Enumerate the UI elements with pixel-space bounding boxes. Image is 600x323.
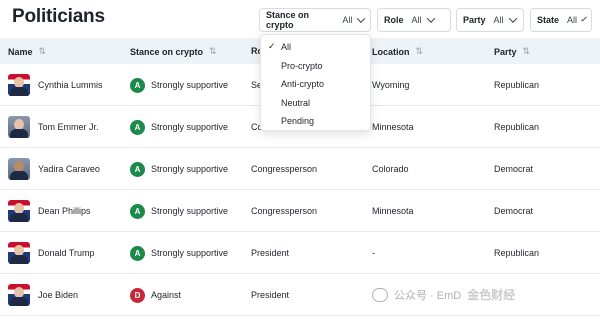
stance-cell: A Strongly supportive [130, 232, 228, 274]
watermark-logo: 金色财经 [467, 288, 516, 302]
state-filter[interactable]: State All [530, 8, 592, 32]
table-row[interactable]: Donald Trump A Strongly supportive Presi… [0, 232, 600, 274]
top-bar: Politicians Stance on crypto All Role Al… [0, 0, 600, 38]
grade-badge: A [130, 245, 145, 261]
sort-icon[interactable]: ⇅ [523, 46, 531, 57]
grade-badge: A [130, 161, 145, 177]
table-row[interactable]: Yadira Caraveo A Strongly supportive Con… [0, 148, 600, 190]
stance-option-anti-crypto[interactable]: Anti-crypto [261, 75, 370, 94]
role-cell: Congressperson [251, 164, 318, 174]
stance-text: Strongly supportive [151, 206, 229, 216]
chevron-down-icon [357, 14, 366, 23]
name-cell: Joe Biden [8, 274, 78, 316]
wechat-icon [372, 287, 388, 302]
party-cell: Republican [494, 122, 540, 132]
party-cell: Democrat [494, 164, 534, 174]
stance-cell: A Strongly supportive [130, 106, 228, 148]
option-label: Neutral [281, 97, 311, 108]
politician-name[interactable]: Cynthia Lummis [38, 80, 103, 90]
stance-text: Against [151, 290, 182, 300]
role-cell: President [251, 290, 290, 300]
avatar [8, 284, 30, 306]
chevron-down-icon [508, 14, 517, 23]
party-cell: Republican [494, 248, 540, 258]
avatar [8, 242, 30, 264]
column-header-label: Location [372, 46, 410, 57]
party-cell: Republican [494, 80, 540, 90]
grade-badge: A [130, 77, 145, 93]
politician-name[interactable]: Yadira Caraveo [38, 164, 100, 174]
column-header-location[interactable]: Location ⇅ [372, 46, 423, 57]
politician-name[interactable]: Dean Phillips [38, 206, 91, 216]
location-cell: Colorado [372, 164, 409, 174]
option-label: Pro-crypto [281, 60, 323, 71]
chevron-down-icon [581, 15, 587, 22]
sort-icon[interactable]: ⇅ [416, 46, 424, 57]
party-filter[interactable]: Party All [456, 8, 524, 32]
stance-filter-dropdown: ✓ All Pro-crypto Anti-crypto Neutral Pen… [260, 34, 371, 131]
role-cell: President [251, 248, 290, 258]
chevron-down-icon [426, 14, 435, 23]
column-header-name[interactable]: Name ⇅ [8, 46, 46, 57]
name-cell: Donald Trump [8, 232, 95, 274]
column-header-stance[interactable]: Stance on crypto ⇅ [130, 46, 217, 57]
stance-text: Strongly supportive [151, 80, 229, 90]
party-cell: Democrat [494, 206, 534, 216]
stance-text: Strongly supportive [151, 164, 229, 174]
party-filter-label: Party [463, 15, 486, 25]
role-filter[interactable]: Role All [377, 8, 451, 32]
name-cell: Dean Phillips [8, 190, 91, 232]
state-filter-label: State [537, 15, 560, 25]
grade-badge: A [130, 203, 145, 219]
stance-cell: A Strongly supportive [130, 190, 228, 232]
sort-icon[interactable]: ⇅ [209, 46, 217, 57]
politician-name[interactable]: Donald Trump [38, 248, 95, 258]
stance-option-all[interactable]: ✓ All [261, 38, 370, 57]
stance-text: Strongly supportive [151, 122, 229, 132]
watermark: 公众号 · EmD 金色财经 [372, 286, 515, 303]
column-header-party[interactable]: Party ⇅ [494, 46, 530, 57]
option-label: Anti-crypto [281, 79, 325, 90]
column-header-label: Party [494, 46, 517, 57]
column-header-label: Name [8, 46, 33, 57]
option-label: Pending [281, 116, 315, 127]
stance-cell: A Strongly supportive [130, 64, 228, 106]
politician-name[interactable]: Joe Biden [38, 290, 78, 300]
politician-name[interactable]: Tom Emmer Jr. [38, 122, 99, 132]
avatar [8, 74, 30, 96]
avatar [8, 158, 30, 180]
state-filter-value: All [567, 15, 578, 25]
name-cell: Tom Emmer Jr. [8, 106, 99, 148]
avatar [8, 116, 30, 138]
sort-icon[interactable]: ⇅ [39, 46, 47, 57]
party-filter-value: All [493, 15, 504, 25]
page-title: Politicians [12, 6, 105, 27]
name-cell: Yadira Caraveo [8, 148, 100, 190]
role-cell: Congressperson [251, 206, 318, 216]
check-icon: ✓ [268, 41, 276, 51]
stance-option-pending[interactable]: Pending [261, 112, 370, 131]
stance-filter-label: Stance on crypto [266, 10, 310, 30]
column-header-label: Stance on crypto [130, 46, 204, 57]
role-filter-value: All [411, 15, 422, 25]
location-cell: - [372, 248, 375, 258]
stance-option-pro-crypto[interactable]: Pro-crypto [261, 57, 370, 76]
avatar [8, 200, 30, 222]
location-cell: Wyoming [372, 80, 410, 90]
watermark-text: 公众号 · EmD [394, 289, 462, 302]
name-cell: Cynthia Lummis [8, 64, 103, 106]
stance-filter-value: All [342, 15, 353, 25]
stance-cell: A Strongly supportive [130, 148, 228, 190]
stance-text: Strongly supportive [151, 248, 229, 258]
location-cell: Minnesota [372, 122, 414, 132]
stance-cell: D Against [130, 274, 181, 316]
grade-badge: A [130, 119, 145, 135]
grade-badge: D [130, 287, 145, 303]
option-label: All [281, 42, 292, 53]
table-row[interactable]: Dean Phillips A Strongly supportive Cong… [0, 190, 600, 232]
stance-option-neutral[interactable]: Neutral [261, 94, 370, 113]
stance-filter[interactable]: Stance on crypto All [259, 8, 371, 32]
location-cell: Minnesota [372, 206, 414, 216]
role-filter-label: Role [384, 15, 404, 25]
